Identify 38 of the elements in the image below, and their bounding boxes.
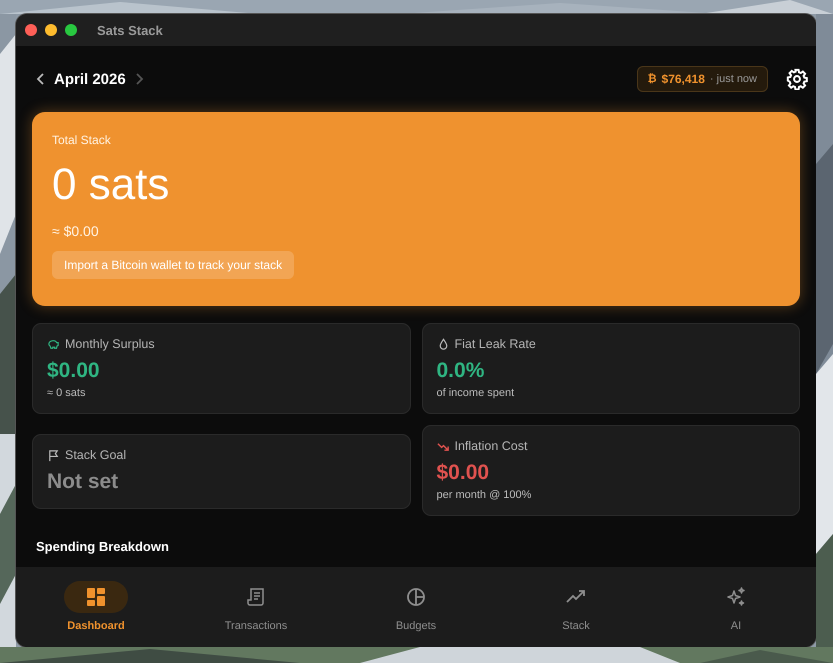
card-title: Monthly Surplus (65, 337, 155, 351)
hero-fiat: ≈ $0.00 (52, 223, 99, 240)
settings-icon[interactable] (786, 68, 808, 90)
chevron-left-icon[interactable] (36, 73, 46, 85)
section-title: Spending Breakdown (35, 539, 170, 554)
sparkles-icon (726, 587, 746, 607)
card-title: Stack Goal (65, 448, 126, 462)
card-caption: per month @ 100% (436, 489, 532, 501)
month-label: April 2026 (54, 70, 126, 88)
minimize-button[interactable] (45, 24, 57, 36)
card-caption: ≈ 0 sats (47, 387, 86, 399)
price-age: · just now (710, 73, 757, 85)
price-value: $76,418 (662, 72, 705, 86)
piggy-bank-icon (47, 338, 60, 350)
tab-item[interactable]: Stack (496, 567, 656, 647)
tab-item[interactable]: AI (656, 567, 816, 647)
receipt-icon (246, 587, 266, 607)
tab-item[interactable]: Budgets (336, 567, 496, 647)
flag-icon (47, 448, 60, 462)
tab-item[interactable]: Dashboard (16, 567, 176, 647)
card-value: 0.0% (436, 359, 486, 383)
window-title: Sats Stack (97, 22, 163, 38)
hero-label: Total Stack (52, 133, 111, 147)
bitcoin-symbol: ₿ (648, 73, 657, 85)
pie-chart-icon (406, 587, 426, 607)
card-title: Inflation Cost (454, 439, 528, 453)
card-value: $0.00 (47, 359, 101, 383)
card-value: $0.00 (436, 461, 490, 485)
tab-item[interactable]: Transactions (176, 567, 336, 647)
hero-value: 0 sats (52, 161, 170, 210)
card-caption: of income spent (436, 387, 516, 399)
card-title: Fiat Leak Rate (454, 337, 536, 351)
card-value: Not set (47, 470, 120, 494)
droplet-icon (436, 338, 450, 350)
dashboard-icon (86, 587, 106, 607)
close-button[interactable] (25, 24, 37, 36)
zoom-button[interactable] (65, 24, 77, 36)
chevron-right-icon[interactable] (134, 73, 144, 85)
